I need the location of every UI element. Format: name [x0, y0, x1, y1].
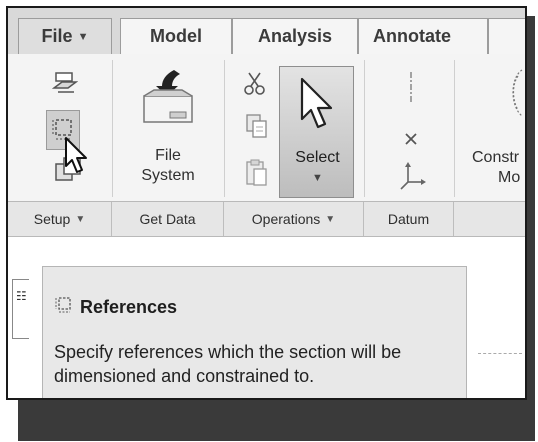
tab-annotate-label: Annotate [373, 26, 451, 46]
tree-icon: ☷ [16, 289, 27, 303]
file-system-icon[interactable] [140, 68, 196, 126]
tooltip-title: References [80, 297, 178, 317]
construct-mode-button[interactable]: Constr Mo [472, 148, 525, 188]
chevron-down-icon: ▼ [77, 30, 89, 43]
group-get-data-label: Get Data [139, 211, 196, 227]
references-icon [55, 297, 71, 313]
file-system-label-line1: File [155, 147, 181, 164]
group-datum-label: Datum [387, 211, 430, 227]
cut-icon[interactable] [242, 70, 268, 98]
group-datum: Datum [364, 202, 454, 236]
group-operations[interactable]: Operations ▼ [224, 202, 364, 236]
copy-icon[interactable] [244, 112, 270, 140]
tab-model[interactable]: Model [120, 18, 232, 54]
tab-annotate[interactable]: Annotate [358, 18, 488, 54]
separator [224, 60, 225, 197]
group-setup-label: Setup [33, 211, 71, 227]
model-tree-tab[interactable] [12, 279, 29, 339]
coordinate-system-icon[interactable] [398, 160, 428, 192]
tooltip-body: Specify references which the section wil… [54, 342, 402, 386]
tab-file-label: File [41, 26, 73, 46]
chevron-down-icon: ▼ [325, 213, 336, 225]
ribbon-tab-strip: File ▼ Model Analysis Annotate [8, 8, 525, 55]
point-icon[interactable] [402, 130, 420, 148]
group-setup[interactable]: Setup ▼ [8, 202, 112, 236]
chevron-down-icon: ▼ [75, 213, 86, 225]
select-arrow-icon [300, 77, 333, 129]
file-system-button[interactable]: File System [126, 146, 210, 186]
mouse-cursor-icon [65, 137, 87, 173]
tab-model-label: Model [150, 26, 202, 46]
app-window: File ▼ Model Analysis Annotate File Syst… [6, 6, 527, 400]
paste-icon[interactable] [244, 158, 270, 188]
select-label: Select [295, 149, 340, 166]
centerline-icon[interactable] [406, 70, 416, 104]
ribbon-group-bar: Setup ▼ Get Data Operations ▼ Datum [8, 201, 525, 237]
tab-analysis[interactable]: Analysis [232, 18, 358, 54]
tab-next-partial[interactable] [488, 18, 525, 54]
separator [454, 60, 455, 197]
construct-label-line2: Mo [498, 169, 521, 186]
select-button[interactable]: Select ▼ [279, 66, 354, 198]
tab-file[interactable]: File ▼ [18, 18, 112, 54]
divider [478, 353, 522, 354]
tab-analysis-label: Analysis [257, 26, 333, 46]
construct-label-line1: Constr [472, 149, 520, 166]
group-operations-label: Operations [251, 211, 321, 227]
construct-mode-icon[interactable] [492, 66, 525, 120]
group-get-data: Get Data [112, 202, 224, 236]
sketch-setup-icon[interactable] [52, 70, 78, 96]
separator [112, 60, 113, 197]
separator [364, 60, 365, 197]
chevron-down-icon: ▼ [312, 172, 323, 184]
file-system-label-line2: System [141, 167, 195, 184]
